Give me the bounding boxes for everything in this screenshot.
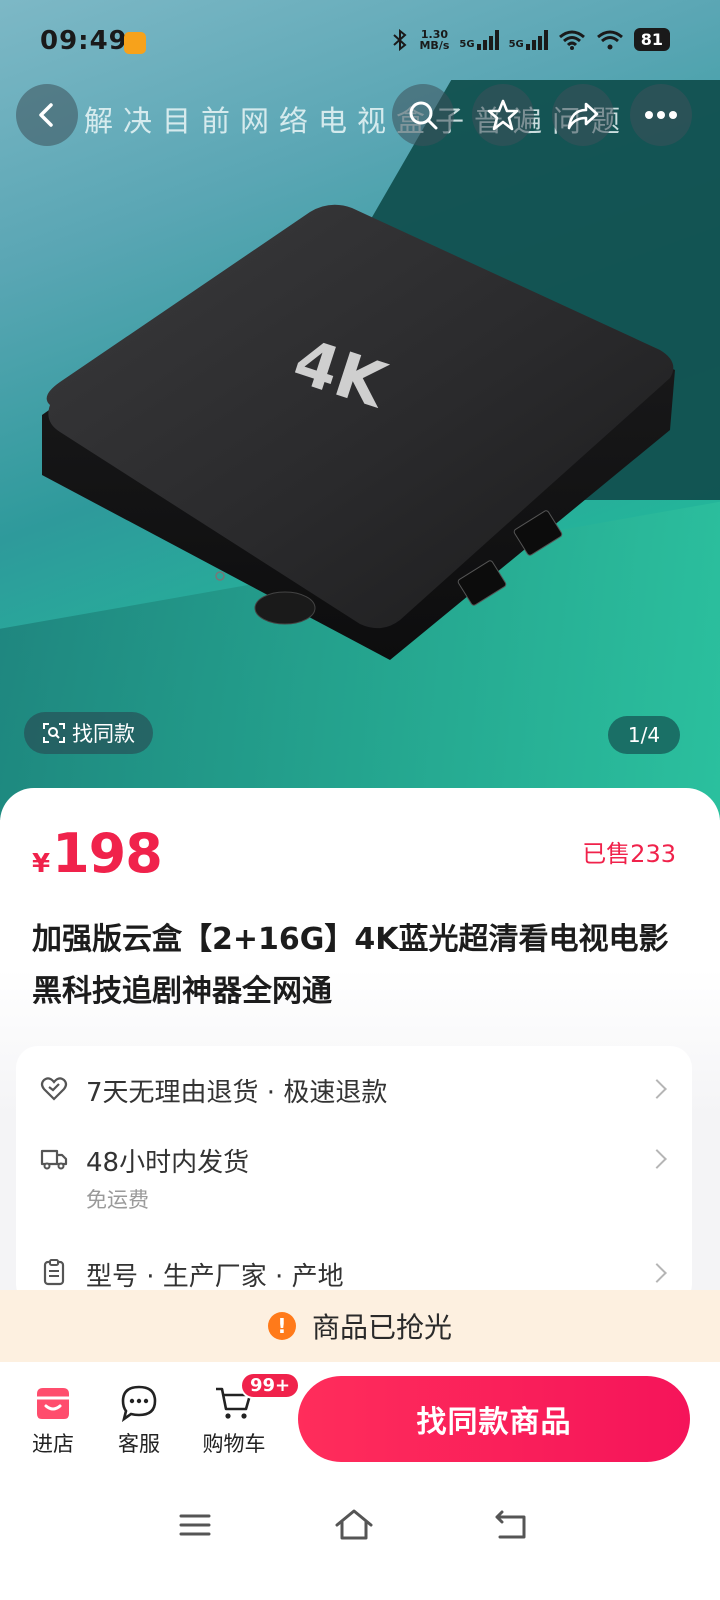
product-title: 加强版云盒【2+16G】4K蓝光超清看电视电影黑科技追剧神器全网通 [32,922,669,1009]
service-label: 客服 [118,1432,160,1456]
back-button[interactable] [16,84,78,146]
signal1-icon [476,29,499,50]
sold-out-banner: ! 商品已抢光 [0,1290,720,1362]
home-icon[interactable] [334,1508,374,1542]
chevron-right-icon [647,1079,667,1099]
app-notification-icon [124,32,146,54]
chevron-right-icon [647,1263,667,1283]
network-speed: 1.30 MB/s [419,27,450,52]
sold-count: 已售233 [582,840,676,868]
service-row-return[interactable]: 7天无理由退货 · 极速退款 [16,1072,692,1132]
clipboard-icon [43,1259,65,1286]
service-row-shipping[interactable]: 48小时内发货 免运费 [16,1142,692,1238]
delivery-truck-icon [40,1149,68,1170]
banner-slogan: 解决目前网络电视盒子普遍问题 [84,104,631,138]
wifi2-icon [596,30,623,49]
price-value: 198 [52,822,163,885]
star-icon [487,99,519,131]
customer-service-tab[interactable]: 客服 [104,1384,174,1458]
heart-shield-icon [40,1077,68,1101]
status-time: 09:49 [40,26,128,56]
find-same-button[interactable]: 找同款 [24,712,153,754]
signal2-label: 5G [508,38,524,50]
menu-icon[interactable] [178,1508,212,1542]
more-dots-icon [645,111,677,119]
signal1-label: 5G [459,38,475,50]
product-image-carousel[interactable]: 解决目前网络电视盒子普遍问题 4K 09:49 1.30 MB/s 5G 5G … [0,0,720,820]
bottom-action-bar: 进店 客服 购物车 99+ 找同款商品 [0,1362,720,1480]
price-currency: ¥ [32,849,51,879]
cart-label: 购物车 [202,1432,266,1456]
chevron-right-icon [647,1149,667,1169]
product-detail-page: 解决目前网络电视盒子普遍问题 4K 09:49 1.30 MB/s 5G 5G … [0,0,720,1600]
tv-box-product-image: 4K [42,204,675,660]
wifi-icon [558,30,585,50]
signal2-icon [525,29,548,50]
bluetooth-icon [393,28,408,51]
back-nav-icon[interactable] [494,1508,528,1542]
product-price: ¥ 198 [32,822,163,885]
chevron-left-icon [39,103,53,127]
favorite-button[interactable] [472,84,534,146]
search-icon [409,101,438,130]
service-specs-text: 型号 · 生产厂家 · 产地 [86,1262,344,1292]
service-shipping-text: 48小时内发货 [86,1148,250,1178]
store-icon [37,1388,69,1419]
find-similar-button[interactable]: 找同款商品 [298,1376,690,1462]
service-return-text: 7天无理由退货 · 极速退款 [86,1078,388,1108]
warning-icon: ! [267,1312,296,1340]
battery-indicator: 81 [633,28,670,51]
store-tab[interactable]: 进店 [18,1384,88,1458]
scan-search-icon [43,723,65,743]
service-card: 7天无理由退货 · 极速退款 48小时内发货 免运费 型号 · 生产厂家 · 产… [16,1046,692,1306]
sold-out-text: 商品已抢光 [311,1311,452,1344]
more-button[interactable] [630,84,692,146]
status-bar: 09:49 1.30 MB/s 5G 5G 81 [0,0,720,86]
share-icon [567,102,599,130]
share-button[interactable] [552,84,614,146]
chat-bubble-icon [121,1385,157,1422]
system-navigation-bar [0,1480,720,1600]
find-same-label: 找同款 [72,722,135,746]
search-button[interactable] [392,84,454,146]
image-pager: 1/4 [608,716,680,754]
service-shipping-sub: 免运费 [86,1188,149,1212]
store-label: 进店 [32,1432,74,1456]
cart-count-badge: 99+ [240,1372,301,1399]
